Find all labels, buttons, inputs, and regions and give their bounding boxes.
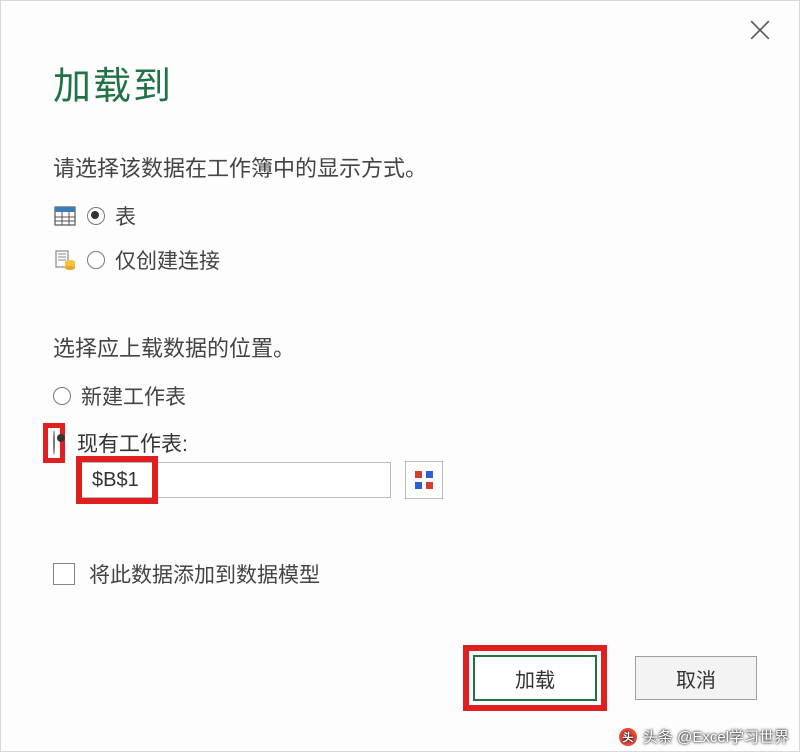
radio-connection[interactable] bbox=[87, 251, 105, 269]
button-bar: 加载 取消 bbox=[463, 645, 757, 711]
radio-table[interactable] bbox=[87, 207, 105, 225]
range-selector-button[interactable] bbox=[405, 461, 443, 499]
table-icon bbox=[53, 204, 77, 228]
option-label-table: 表 bbox=[115, 201, 136, 231]
load-button[interactable]: 加载 bbox=[473, 655, 597, 701]
load-button-label: 加载 bbox=[515, 664, 555, 693]
range-selector-icon bbox=[414, 470, 434, 490]
connection-icon bbox=[53, 248, 77, 272]
checkbox-label-add-to-model: 将此数据添加到数据模型 bbox=[89, 559, 320, 589]
close-icon bbox=[749, 19, 771, 41]
option-label-connection: 仅创建连接 bbox=[115, 245, 220, 275]
highlight-frame-load-button: 加载 bbox=[463, 645, 607, 711]
dialog-title: 加载到 bbox=[53, 55, 173, 110]
watermark-logo-icon: 头 bbox=[619, 728, 637, 746]
checkbox-add-to-model[interactable] bbox=[53, 563, 75, 585]
option-row-table[interactable]: 表 bbox=[53, 201, 136, 231]
option-label-new-sheet: 新建工作表 bbox=[81, 381, 186, 411]
add-to-model-row[interactable]: 将此数据添加到数据模型 bbox=[53, 559, 320, 589]
highlight-frame-existing-radio bbox=[43, 423, 65, 463]
option-row-new-sheet[interactable]: 新建工作表 bbox=[53, 381, 186, 411]
cell-reference-input[interactable] bbox=[81, 462, 391, 498]
load-to-dialog: 加载到 请选择该数据在工作簿中的显示方式。 表 bbox=[0, 0, 800, 752]
cancel-button[interactable]: 取消 bbox=[635, 656, 757, 700]
option-row-connection[interactable]: 仅创建连接 bbox=[53, 245, 220, 275]
radio-existing-sheet[interactable] bbox=[53, 430, 55, 455]
cell-reference-row bbox=[81, 461, 443, 499]
option-row-existing-sheet[interactable]: 现有工作表: bbox=[53, 423, 188, 463]
location-instruction: 选择应上载数据的位置。 bbox=[53, 331, 295, 363]
watermark-text: 头条 @Excel学习世界 bbox=[643, 726, 789, 747]
close-button[interactable] bbox=[749, 19, 771, 46]
watermark: 头 头条 @Excel学习世界 bbox=[619, 726, 789, 747]
cancel-button-label: 取消 bbox=[676, 664, 716, 693]
display-mode-instruction: 请选择该数据在工作簿中的显示方式。 bbox=[53, 151, 427, 183]
radio-new-sheet[interactable] bbox=[53, 387, 71, 405]
option-label-existing-sheet: 现有工作表: bbox=[77, 428, 188, 458]
